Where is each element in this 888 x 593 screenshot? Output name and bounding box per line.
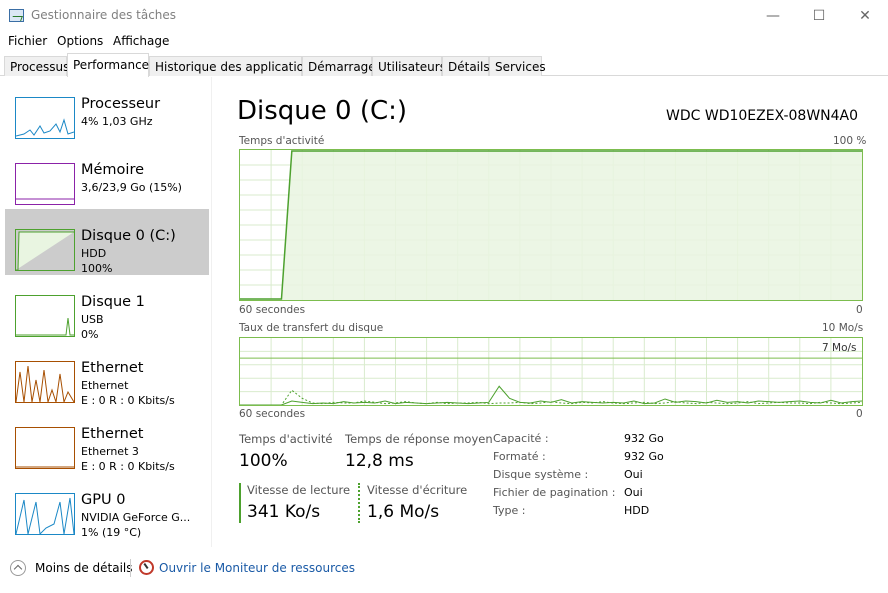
property-label: Disque système :	[493, 468, 589, 481]
sidebar-item-detail: E : 0 R : 0 Kbits/s	[81, 460, 175, 473]
response-stat-label: Temps de réponse moyen	[345, 432, 493, 446]
property-value: HDD	[624, 504, 650, 517]
sidebar-thumbnail-line	[16, 231, 74, 270]
sidebar-thumbnail-graph	[16, 497, 74, 534]
transfer-chart-svg	[240, 338, 862, 405]
close-button[interactable]: ✕	[842, 0, 888, 31]
write-speed-value: 1,6 Mo/s	[367, 502, 440, 522]
activity-chart-x-right: 0	[856, 304, 863, 316]
transfer-chart	[239, 337, 863, 406]
sidebar-item-detail: 3,6/23,9 Go (15%)	[81, 181, 182, 194]
sidebar-item-detail: USB	[81, 313, 104, 326]
property-value: Oui	[624, 468, 643, 481]
activity-chart-label: Temps d'activité	[239, 135, 325, 147]
tab-services[interactable]: Services	[489, 56, 546, 76]
tab-performance[interactable]: Performance	[67, 53, 149, 77]
property-value: Oui	[624, 486, 643, 499]
sidebar-thumbnail-line	[16, 118, 74, 137]
activity-chart-svg	[240, 150, 862, 300]
sidebar-thumbnail-ethernet-3	[15, 427, 75, 469]
transfer-chart-ref: 7 Mo/s	[822, 342, 857, 354]
activity-stat-label: Temps d'activité	[239, 432, 333, 446]
property-label: Type :	[493, 504, 526, 517]
sidebar-thumbnail-graph	[16, 365, 74, 402]
tab-startup[interactable]: Démarrage	[302, 56, 376, 76]
property-label: Formaté :	[493, 450, 546, 463]
sidebar-item-title: Processeur	[81, 96, 161, 112]
transfer-chart-label: Taux de transfert du disque	[239, 322, 384, 334]
sidebar-thumbnail-processor	[15, 97, 75, 139]
tab-details[interactable]: Détails	[442, 56, 490, 76]
footer-divider	[130, 559, 131, 577]
property-label: Capacité :	[493, 432, 549, 445]
transfer-chart-x-right: 0	[856, 408, 863, 420]
sidebar-thumbnail-memory	[15, 163, 75, 205]
sidebar-item-title: GPU 0	[81, 492, 126, 508]
write-speed-label: Vitesse d'écriture	[367, 483, 468, 497]
sidebar-item-detail: 1% (19 °C)	[81, 526, 142, 539]
sidebar-item-detail: Ethernet	[81, 379, 129, 392]
sidebar-item-title: Ethernet	[81, 360, 144, 376]
sidebar-item-detail: E : 0 R : 0 Kbits/s	[81, 394, 175, 407]
activity-chart	[239, 149, 863, 301]
sidebar-thumbnail-graph	[16, 118, 74, 137]
footer	[0, 547, 888, 593]
chevron-up-icon[interactable]	[10, 560, 26, 576]
sidebar-item-title: Disque 0 (C:)	[81, 228, 176, 244]
transfer-chart-max: 10 Mo/s	[822, 322, 864, 334]
sidebar-thumbnail-line	[16, 317, 74, 336]
less-details-button[interactable]: Moins de détails	[35, 561, 133, 575]
sidebar-thumbnail-ethernet	[15, 361, 75, 403]
sidebar-item-detail: Ethernet 3	[81, 445, 139, 458]
tab-app-history[interactable]: Historique des applications	[149, 56, 318, 76]
property-value: 932 Go	[624, 450, 664, 463]
sidebar-item-detail: 0%	[81, 328, 99, 341]
property-value: 932 Go	[624, 432, 664, 445]
sidebar-item-title: Ethernet	[81, 426, 144, 442]
open-resource-monitor-link[interactable]: Ouvrir le Moniteur de ressources	[159, 561, 355, 575]
sidebar-thumbnail-gpu-0	[15, 493, 75, 535]
sidebar-item-title: Disque 1	[81, 294, 145, 310]
menu-file[interactable]: Fichier	[8, 34, 47, 48]
activity-stat-value: 100%	[239, 451, 288, 471]
menu-options[interactable]: Options	[57, 34, 103, 48]
sidebar-thumbnail-graph	[16, 466, 74, 468]
transfer-chart-x-left: 60 secondes	[239, 408, 306, 420]
task-manager-icon	[9, 9, 24, 22]
sidebar-thumbnail-graph	[16, 231, 74, 270]
read-speed-value: 341 Ko/s	[247, 502, 321, 522]
sidebar-item-detail: 100%	[81, 262, 113, 275]
sidebar-item-title: Mémoire	[81, 162, 145, 178]
sidebar-item-detail: HDD	[81, 247, 107, 260]
sidebar-item-detail: NVIDIA GeForce G...	[81, 511, 191, 524]
minimize-button[interactable]: —	[750, 0, 796, 31]
sidebar-thumbnail-graph	[16, 317, 74, 336]
tab-users[interactable]: Utilisateurs	[372, 56, 446, 76]
page-title: Disque 0 (C:)	[237, 96, 408, 126]
maximize-button[interactable]: ☐	[796, 0, 842, 31]
sidebar-thumbnail-line	[16, 497, 74, 534]
sidebar-thumbnail-graph	[16, 198, 74, 200]
disk-model: WDC WD10EZEX-08WN4A0	[666, 108, 859, 124]
sidebar-thumbnail-disk-0	[15, 229, 75, 271]
resource-monitor-icon[interactable]	[139, 560, 154, 575]
tab-processes[interactable]: Processus	[4, 56, 69, 76]
write-speed-marker	[358, 483, 360, 523]
sidebar-thumbnail-line	[16, 365, 74, 402]
sidebar-item-detail: 4% 1,03 GHz	[81, 115, 153, 128]
read-speed-marker	[239, 483, 241, 523]
property-label: Fichier de pagination :	[493, 486, 616, 499]
window-title: Gestionnaire des tâches	[31, 8, 177, 22]
response-stat-value: 12,8 ms	[345, 451, 414, 471]
activity-area	[240, 151, 862, 300]
activity-chart-max: 100 %	[833, 135, 867, 147]
activity-chart-x-left: 60 secondes	[239, 304, 306, 316]
read-speed-label: Vitesse de lecture	[247, 483, 351, 497]
sidebar-thumbnail-disk-1	[15, 295, 75, 337]
menu-view[interactable]: Affichage	[113, 34, 169, 48]
